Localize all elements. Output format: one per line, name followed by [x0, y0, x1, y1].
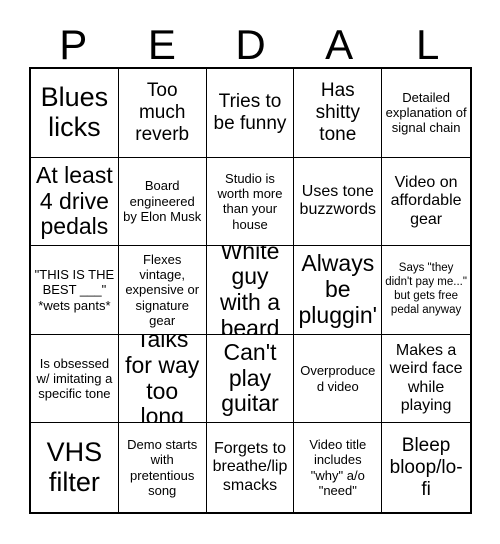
bingo-cell-r5c2[interactable]: Demo starts with pretentious song: [118, 423, 207, 512]
bingo-cell-r1c4[interactable]: Has shitty tone: [294, 69, 383, 158]
bingo-cell-r2c3[interactable]: Studio is worth more than your house: [206, 157, 295, 247]
bingo-cell-r1c2[interactable]: Too much reverb: [118, 69, 207, 158]
bingo-cell-label: VHS filter: [46, 437, 103, 497]
bingo-cell-r1c3[interactable]: Tries to be funny: [206, 69, 295, 158]
bingo-cell-label: Blues licks: [40, 82, 109, 142]
bingo-cell-label: Bleep bloop/lo-fi: [389, 435, 463, 500]
bingo-cell-r5c3[interactable]: Forgets to breathe/lip smacks: [206, 423, 295, 512]
header-letter-5: L: [415, 21, 440, 68]
bingo-grid: Blues licks Too much reverb Tries to be …: [29, 67, 472, 514]
bingo-cell-label: White guy with a beard: [219, 246, 281, 335]
bingo-header-row: P E D A L: [29, 18, 472, 67]
header-letter-2: E: [147, 21, 176, 68]
bingo-cell-r1c1[interactable]: Blues licks: [31, 69, 119, 158]
bingo-cell-r4c1[interactable]: Is obsessed w/ imitating a specific tone: [31, 334, 119, 424]
bingo-cell-label: At least 4 drive pedals: [36, 161, 113, 240]
bingo-cell-label: Board engineered by Elon Musk: [123, 178, 202, 225]
bingo-cell-r4c3[interactable]: Can't play guitar: [206, 334, 295, 424]
bingo-cell-r4c4[interactable]: Overproduced video: [294, 334, 383, 424]
bingo-cell-label: Has shitty tone: [315, 80, 360, 145]
bingo-cell-r1c5[interactable]: Detailed explanation of signal chain: [382, 69, 470, 158]
bingo-cell-r3c2[interactable]: Flexes vintage, expensive or signature g…: [118, 246, 207, 335]
bingo-cell-label: Is obsessed w/ imitating a specific tone: [36, 355, 113, 402]
bingo-cell-label: Makes a weird face while playing: [389, 341, 463, 415]
bingo-cell-label: Overproduced video: [300, 363, 376, 394]
bingo-cell-r2c1[interactable]: At least 4 drive pedals: [31, 157, 119, 247]
bingo-cell-r3c4[interactable]: Always be pluggin': [294, 246, 383, 335]
bingo-cell-label: Tries to be funny: [213, 91, 287, 134]
bingo-cell-label: Always be pluggin': [298, 250, 378, 328]
bingo-cell-r2c2[interactable]: Board engineered by Elon Musk: [118, 157, 207, 247]
header-letter-1: P: [59, 21, 88, 68]
bingo-card: P E D A L Blues licks Too much reverb Tr…: [0, 0, 500, 544]
header-letter-3: D: [235, 21, 266, 68]
bingo-cell-label: Video on affordable gear: [390, 173, 462, 228]
bingo-cell-r3c1[interactable]: "THIS IS THE BEST ___" *wets pants*: [31, 246, 119, 335]
bingo-cell-label: "THIS IS THE BEST ___" *wets pants*: [34, 267, 115, 313]
bingo-cell-r2c4[interactable]: Uses tone buzzwords: [294, 157, 383, 247]
bingo-cell-r4c2[interactable]: Talks for way too long: [118, 334, 207, 424]
bingo-cell-label: Demo starts with pretentious song: [127, 437, 198, 499]
bingo-cell-label: Uses tone buzzwords: [299, 182, 377, 219]
bingo-cell-r3c5[interactable]: Says "they didn't pay me..." but gets fr…: [382, 246, 470, 335]
bingo-cell-label: Talks for way too long: [125, 334, 200, 424]
bingo-cell-r4c5[interactable]: Makes a weird face while playing: [382, 334, 470, 424]
bingo-cell-r3c3[interactable]: White guy with a beard: [206, 246, 295, 335]
bingo-cell-label: Studio is worth more than your house: [217, 170, 283, 232]
bingo-cell-label: Too much reverb: [135, 80, 190, 145]
bingo-cell-label: Says "they didn't pay me..." but gets fr…: [385, 262, 467, 316]
bingo-cell-label: Detailed explanation of signal chain: [385, 89, 467, 136]
bingo-cell-r5c4[interactable]: Video title includes "why" a/o "need": [294, 423, 383, 512]
bingo-cell-label: Flexes vintage, expensive or signature g…: [125, 251, 200, 328]
bingo-cell-r5c5[interactable]: Bleep bloop/lo-fi: [382, 423, 470, 512]
bingo-cell-label: Forgets to breathe/lip smacks: [212, 439, 288, 494]
bingo-cell-r2c5[interactable]: Video on affordable gear: [382, 157, 470, 247]
bingo-cell-r5c1[interactable]: VHS filter: [31, 423, 119, 512]
bingo-cell-label: Can't play guitar: [221, 338, 279, 417]
bingo-cell-label: Video title includes "why" a/o "need": [309, 437, 367, 499]
header-letter-4: A: [325, 21, 354, 68]
